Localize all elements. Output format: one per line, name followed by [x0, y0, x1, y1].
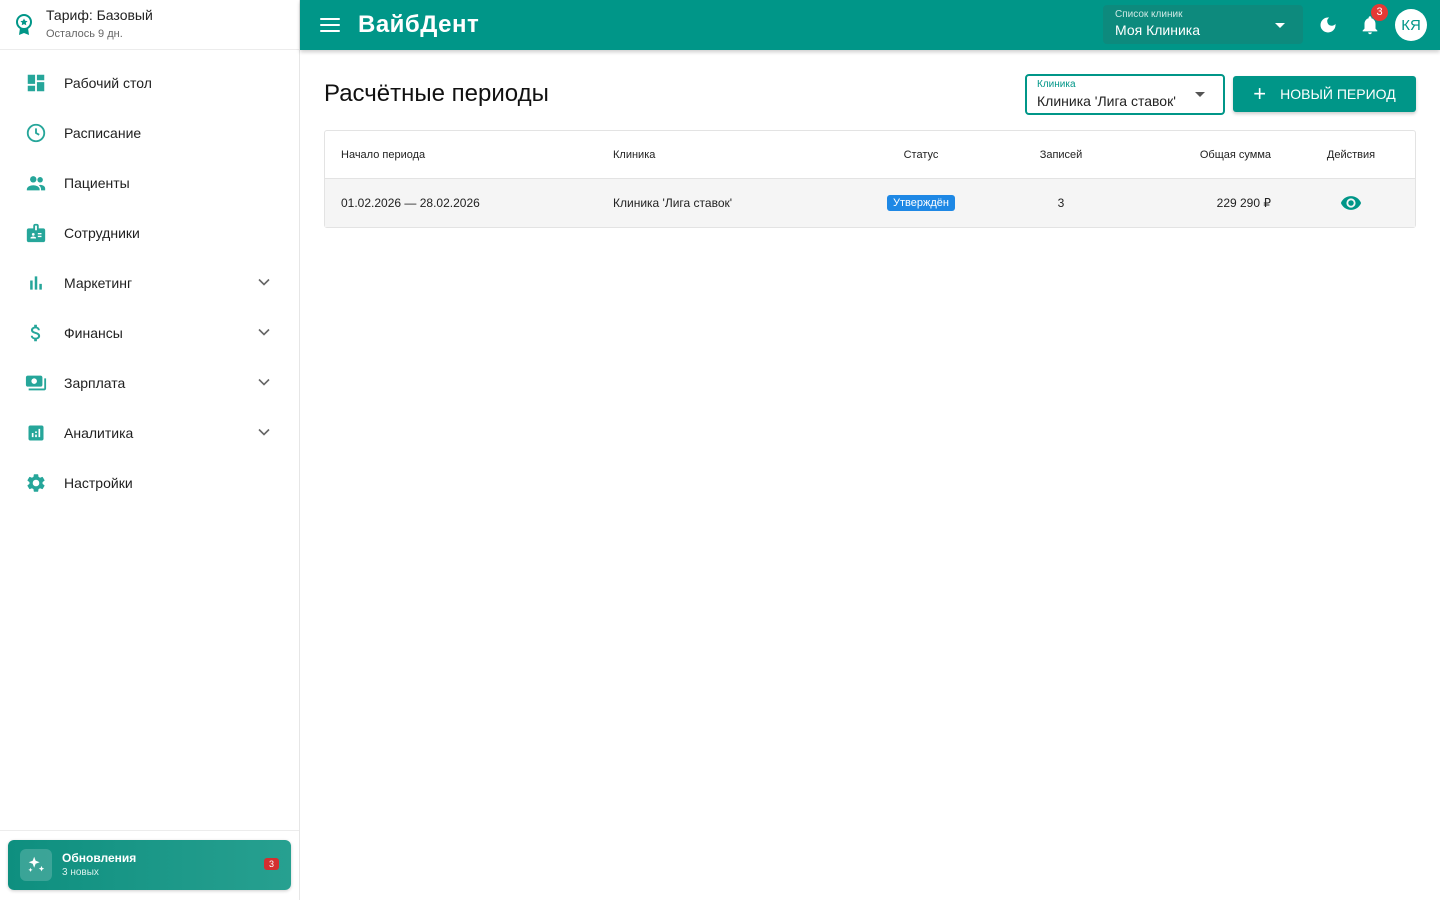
divider — [0, 830, 299, 831]
badge-icon — [24, 221, 48, 245]
sidebar-item-patients[interactable]: Пациенты — [0, 158, 299, 208]
top-app-bar: ВайбДент Список клиник Моя Клиника 3 КЯ — [300, 0, 1440, 50]
clinic-filter-select[interactable]: Клиника Клиника 'Лига ставок' — [1025, 74, 1225, 115]
table-row[interactable]: 01.02.2026 — 28.02.2026 Клиника 'Лига ст… — [325, 179, 1415, 227]
cell-period: 01.02.2026 — 28.02.2026 — [341, 196, 480, 210]
dropdown-arrow-icon — [1275, 23, 1285, 28]
page-title: Расчётные периоды — [324, 80, 549, 107]
sidebar-item-label: Финансы — [64, 325, 123, 341]
periods-table: Начало периода Клиника Статус Записей Об… — [324, 130, 1416, 228]
new-period-button-label: НОВЫЙ ПЕРИОД — [1280, 86, 1396, 102]
sparkle-icon — [20, 849, 52, 881]
updates-title: Обновления — [62, 851, 137, 865]
table-header: Начало периода Клиника Статус Записей Об… — [325, 131, 1415, 179]
dark-mode-toggle-icon[interactable] — [1318, 15, 1338, 35]
clinic-filter-value: Клиника 'Лига ставок' — [1037, 93, 1176, 109]
sidebar-item-label: Маркетинг — [64, 275, 133, 291]
plus-icon: + — [1253, 81, 1267, 106]
cell-status: Утверждён — [885, 179, 957, 227]
sidebar-item-label: Аналитика — [64, 425, 134, 441]
sidebar-item-label: Настройки — [64, 475, 133, 491]
cell-total: 229 290 ₽ — [1216, 196, 1271, 210]
updates-count-badge: 3 — [263, 858, 279, 870]
sidebar-item-finance[interactable]: Финансы — [0, 308, 299, 358]
view-eye-icon[interactable] — [1340, 192, 1362, 214]
sidebar-nav: Рабочий стол Расписание Пациенты Сотрудн… — [0, 50, 299, 508]
sidebar-item-marketing[interactable]: Маркетинг — [0, 258, 299, 308]
sidebar-item-label: Рабочий стол — [64, 75, 152, 91]
cell-clinic: Клиника 'Лига ставок' — [613, 196, 733, 210]
award-icon — [14, 13, 34, 37]
sidebar-item-label: Сотрудники — [64, 225, 140, 241]
dropdown-arrow-icon — [1195, 92, 1205, 97]
sidebar: Тариф: Базовый Осталось 9 дн. Рабочий ст… — [0, 0, 300, 900]
dashboard-icon — [24, 71, 48, 95]
clinic-list-label: Список клиник — [1115, 9, 1183, 20]
updates-subtitle: 3 новых — [62, 867, 99, 878]
sidebar-item-analytics[interactable]: Аналитика — [0, 408, 299, 458]
clinic-filter-label: Клиника — [1037, 79, 1076, 90]
sidebar-item-label: Пациенты — [64, 175, 130, 191]
bar-chart-icon — [24, 271, 48, 295]
menu-icon[interactable] — [320, 18, 340, 32]
new-period-button[interactable]: + НОВЫЙ ПЕРИОД — [1233, 76, 1416, 112]
chevron-down-icon[interactable] — [257, 425, 271, 439]
notifications-count-badge: 3 — [1371, 4, 1388, 21]
sidebar-item-employees[interactable]: Сотрудники — [0, 208, 299, 258]
app-brand: ВайбДент — [358, 11, 480, 38]
column-header-period[interactable]: Начало периода — [341, 131, 425, 179]
chevron-down-icon[interactable] — [257, 325, 271, 339]
sidebar-item-schedule[interactable]: Расписание — [0, 108, 299, 158]
user-avatar[interactable]: КЯ — [1395, 9, 1427, 41]
analytics-icon — [24, 421, 48, 445]
clinic-list-value: Моя Клиника — [1115, 22, 1200, 38]
updates-button[interactable]: Обновления 3 новых 3 — [8, 840, 291, 890]
column-header-actions: Действия — [1326, 149, 1376, 161]
clinic-list-select[interactable]: Список клиник Моя Клиника — [1103, 5, 1303, 44]
clock-icon — [24, 121, 48, 145]
column-header-status[interactable]: Статус — [885, 131, 957, 179]
cell-records: 3 — [1057, 196, 1065, 210]
gear-icon — [24, 471, 48, 495]
dollar-icon — [24, 321, 48, 345]
cell-actions — [1315, 179, 1387, 227]
sidebar-item-settings[interactable]: Настройки — [0, 458, 299, 508]
sidebar-item-dashboard[interactable]: Рабочий стол — [0, 58, 299, 108]
people-icon — [24, 171, 48, 195]
column-header-clinic[interactable]: Клиника — [613, 131, 655, 179]
sidebar-item-salary[interactable]: Зарплата — [0, 358, 299, 408]
tariff-panel[interactable]: Тариф: Базовый Осталось 9 дн. — [0, 0, 299, 50]
chevron-down-icon[interactable] — [257, 275, 271, 289]
cash-icon — [24, 371, 48, 395]
status-badge: Утверждён — [887, 195, 955, 211]
sidebar-item-label: Расписание — [64, 125, 142, 141]
tariff-remaining: Осталось 9 дн. — [46, 28, 123, 40]
column-header-records[interactable]: Записей — [1031, 131, 1091, 179]
sidebar-item-label: Зарплата — [64, 375, 126, 391]
tariff-title: Тариф: Базовый — [46, 7, 153, 23]
chevron-down-icon[interactable] — [257, 375, 271, 389]
column-header-total[interactable]: Общая сумма — [1171, 131, 1271, 179]
